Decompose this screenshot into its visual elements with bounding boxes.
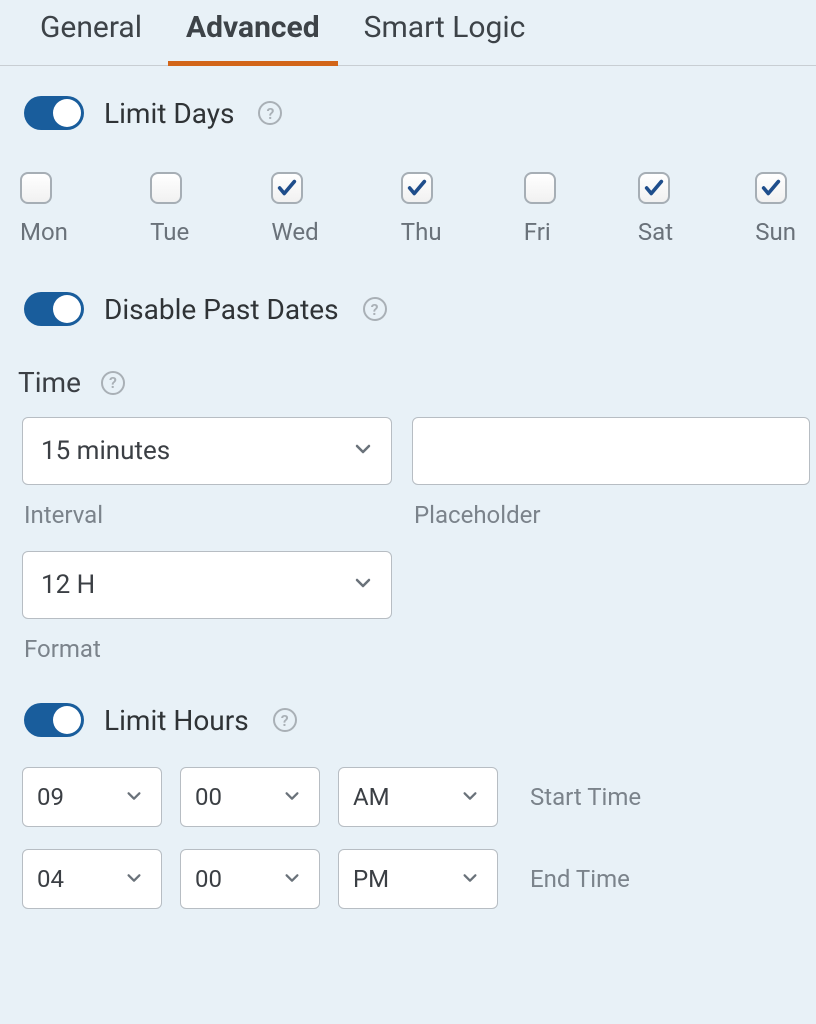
day-checkbox-mon[interactable] (20, 172, 52, 204)
time-heading: Time ? (0, 326, 816, 399)
day-label: Wed (271, 218, 318, 246)
day-item: Thu (401, 172, 442, 246)
limit-hours-row: Limit Hours ? (0, 663, 816, 737)
chevron-down-icon (461, 783, 479, 811)
day-label: Sun (755, 218, 796, 246)
end-ampm-value: PM (353, 865, 389, 893)
end-hour-select[interactable]: 04 (22, 849, 162, 909)
chevron-down-icon (283, 865, 301, 893)
help-icon[interactable]: ? (258, 101, 282, 125)
day-label: Sat (638, 218, 673, 246)
day-checkbox-sun[interactable] (755, 172, 787, 204)
help-icon[interactable]: ? (101, 371, 125, 395)
day-item: Fri (524, 172, 556, 246)
limit-days-row: Limit Days ? (0, 66, 816, 130)
disable-past-label: Disable Past Dates (104, 293, 339, 326)
tab-advanced[interactable]: Advanced (186, 6, 320, 57)
tab-general[interactable]: General (40, 6, 142, 57)
start-ampm-select[interactable]: AM (338, 767, 498, 827)
end-minute-value: 00 (195, 865, 222, 893)
start-hour-value: 09 (37, 783, 64, 811)
format-label: Format (22, 629, 392, 663)
day-checkbox-sat[interactable] (638, 172, 670, 204)
day-label: Thu (401, 218, 442, 246)
day-item: Wed (271, 172, 318, 246)
day-checkbox-wed[interactable] (271, 172, 303, 204)
time-heading-label: Time (18, 366, 81, 399)
placeholder-label: Placeholder (412, 495, 810, 529)
start-ampm-value: AM (353, 783, 390, 811)
interval-value: 15 minutes (41, 436, 170, 466)
end-time-row: 04 00 PM End Time (0, 849, 816, 909)
limit-hours-label: Limit Hours (104, 704, 249, 737)
day-item: Sun (755, 172, 796, 246)
end-hour-value: 04 (37, 865, 64, 893)
chevron-down-icon (125, 865, 143, 893)
day-item: Sat (638, 172, 673, 246)
day-checkbox-thu[interactable] (401, 172, 433, 204)
end-minute-select[interactable]: 00 (180, 849, 320, 909)
days-container: Mon Tue Wed Thu Fri Sat Sun (0, 130, 816, 246)
start-time-label: Start Time (530, 783, 641, 811)
disable-past-toggle[interactable] (24, 292, 84, 326)
start-hour-select[interactable]: 09 (22, 767, 162, 827)
placeholder-input[interactable] (412, 417, 810, 485)
day-label: Fri (524, 218, 551, 246)
chevron-down-icon (353, 436, 373, 466)
start-minute-value: 00 (195, 783, 222, 811)
day-item: Mon (20, 172, 68, 246)
end-time-label: End Time (530, 865, 630, 893)
format-value: 12 H (41, 570, 95, 600)
chevron-down-icon (353, 570, 373, 600)
format-select[interactable]: 12 H (22, 551, 392, 619)
help-icon[interactable]: ? (363, 297, 387, 321)
interval-select[interactable]: 15 minutes (22, 417, 392, 485)
chevron-down-icon (283, 783, 301, 811)
start-minute-select[interactable]: 00 (180, 767, 320, 827)
tab-smart-logic[interactable]: Smart Logic (364, 6, 526, 57)
help-icon[interactable]: ? (273, 708, 297, 732)
end-ampm-select[interactable]: PM (338, 849, 498, 909)
day-item: Tue (150, 172, 189, 246)
interval-label: Interval (22, 495, 392, 529)
limit-hours-toggle[interactable] (24, 703, 84, 737)
tabs: General Advanced Smart Logic (0, 6, 816, 66)
chevron-down-icon (461, 865, 479, 893)
limit-days-label: Limit Days (104, 97, 234, 130)
day-checkbox-fri[interactable] (524, 172, 556, 204)
day-label: Mon (20, 218, 68, 246)
day-label: Tue (150, 218, 189, 246)
start-time-row: 09 00 AM Start Time (0, 767, 816, 827)
limit-days-toggle[interactable] (24, 96, 84, 130)
disable-past-row: Disable Past Dates ? (0, 246, 816, 326)
day-checkbox-tue[interactable] (150, 172, 182, 204)
chevron-down-icon (125, 783, 143, 811)
